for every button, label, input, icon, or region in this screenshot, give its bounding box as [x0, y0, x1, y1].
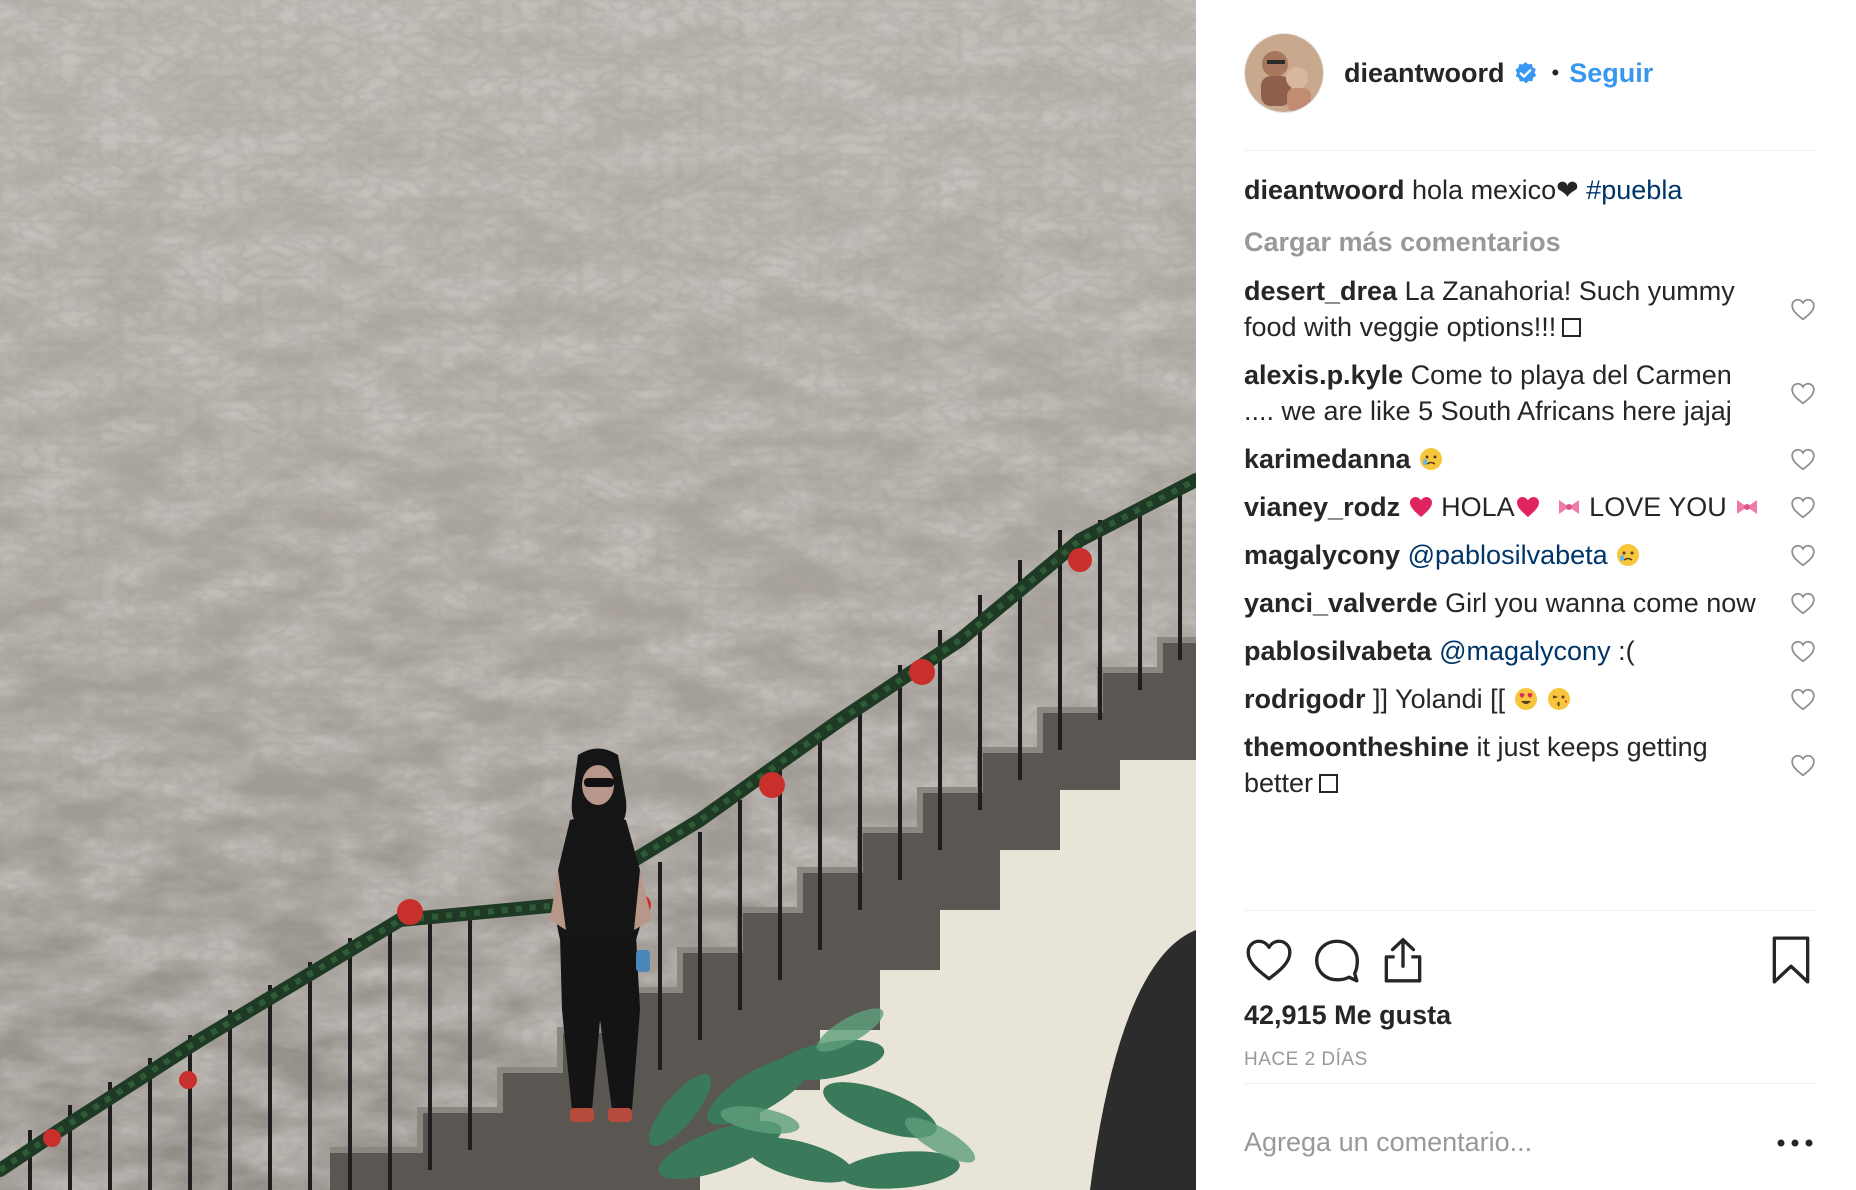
- post-details-panel: dieantwoord • Seguir dieantwoord hola me…: [1196, 0, 1856, 1190]
- crying-face-emoji-icon: [1420, 448, 1443, 470]
- comment-item: desert_drea La Zanahoria! Such yummy foo…: [1244, 273, 1816, 345]
- comment-mention[interactable]: @magalycony: [1439, 636, 1610, 666]
- heart-outline-icon[interactable]: [1790, 297, 1816, 321]
- caption-hashtag[interactable]: #puebla: [1586, 175, 1682, 205]
- heart-outline-icon[interactable]: [1790, 381, 1816, 405]
- comment-item: alexis.p.kyle Come to playa del Carmen .…: [1244, 357, 1816, 429]
- comment-item: karimedanna: [1244, 441, 1816, 477]
- unrendered-glyph-box: [1562, 318, 1582, 337]
- comment-text: ]] Yolandi [[: [1373, 684, 1506, 714]
- red-heart-emoji-icon: [1409, 497, 1432, 517]
- comments-divider: [1244, 910, 1816, 911]
- heart-outline-icon[interactable]: [1790, 447, 1816, 471]
- comment-text: Girl you wanna come now: [1445, 588, 1756, 618]
- comment-item: rodrigodr ]] Yolandi [[: [1244, 681, 1816, 717]
- kissing-face-emoji-icon: [1548, 688, 1571, 710]
- red-heart-emoji-icon: [1516, 497, 1539, 517]
- heart-outline-icon[interactable]: [1790, 639, 1816, 663]
- comment-item: yanci_valverde Girl you wanna come now: [1244, 585, 1816, 621]
- share-icon[interactable]: [1378, 935, 1428, 985]
- comments-list[interactable]: dieantwoord hola mexico❤ #puebla Cargar …: [1244, 172, 1816, 910]
- comment-text: :(: [1618, 636, 1635, 666]
- comment-text: HOLA: [1441, 492, 1515, 522]
- comment-username[interactable]: alexis.p.kyle: [1244, 360, 1403, 390]
- avatar-image: [1245, 34, 1323, 112]
- post-caption: dieantwoord hola mexico❤ #puebla: [1244, 172, 1816, 208]
- comment-username[interactable]: themoontheshine: [1244, 732, 1469, 762]
- comment-item: magalycony @pablosilvabeta: [1244, 537, 1816, 573]
- heart-outline-icon[interactable]: [1790, 543, 1816, 567]
- more-options-icon[interactable]: [1774, 1128, 1816, 1158]
- author-username[interactable]: dieantwoord: [1344, 58, 1505, 89]
- comment-username[interactable]: desert_drea: [1244, 276, 1397, 306]
- comment-username[interactable]: rodrigodr: [1244, 684, 1366, 714]
- heart-outline-icon[interactable]: [1790, 495, 1816, 519]
- comment-item: pablosilvabeta @magalycony :(: [1244, 633, 1816, 669]
- comment-text-secondary: LOVE YOU: [1589, 492, 1727, 522]
- action-bar: [1244, 935, 1816, 989]
- likes-count[interactable]: 42,915 Me gusta: [1244, 1000, 1451, 1031]
- comment-username[interactable]: magalycony: [1244, 540, 1400, 570]
- post-header: dieantwoord • Seguir: [1244, 33, 1816, 113]
- footer-divider: [1244, 1083, 1816, 1084]
- crying-face-emoji-icon: [1617, 544, 1640, 566]
- comment-username[interactable]: pablosilvabeta: [1244, 636, 1432, 666]
- add-comment-input[interactable]: [1244, 1117, 1724, 1167]
- separator-dot: •: [1551, 60, 1560, 85]
- heart-icon[interactable]: [1244, 935, 1294, 985]
- unrendered-glyph-box: [1319, 774, 1339, 793]
- comment-username[interactable]: vianey_rodz: [1244, 492, 1400, 522]
- instagram-post: dieantwoord • Seguir dieantwoord hola me…: [0, 0, 1856, 1190]
- heart-outline-icon[interactable]: [1790, 687, 1816, 711]
- comment-username[interactable]: karimedanna: [1244, 444, 1411, 474]
- post-photo[interactable]: [0, 0, 1196, 1190]
- comment-bubble-icon[interactable]: [1312, 935, 1362, 985]
- comment-username[interactable]: yanci_valverde: [1244, 588, 1438, 618]
- caption-text: hola mexico❤: [1412, 175, 1579, 205]
- photo-scene: [0, 0, 1196, 1190]
- avatar[interactable]: [1244, 33, 1324, 113]
- caption-username[interactable]: dieantwoord: [1244, 175, 1405, 205]
- heart-outline-icon[interactable]: [1790, 591, 1816, 615]
- follow-button[interactable]: Seguir: [1569, 58, 1653, 89]
- bookmark-icon[interactable]: [1766, 935, 1816, 985]
- ribbon-emoji-icon: [1558, 500, 1579, 514]
- comment-mention[interactable]: @pablosilvabeta: [1408, 540, 1608, 570]
- header-divider: [1244, 150, 1816, 151]
- comment-item: themoontheshine it just keeps getting be…: [1244, 729, 1816, 801]
- ribbon-emoji-icon: [1737, 500, 1758, 514]
- load-more-comments-link[interactable]: Cargar más comentarios: [1244, 224, 1816, 260]
- comment-item: vianey_rodz HOLA LOVE YOU: [1244, 489, 1816, 525]
- heart-outline-icon[interactable]: [1790, 753, 1816, 777]
- heart-eyes-emoji-icon: [1514, 688, 1537, 710]
- verified-badge-icon: [1513, 61, 1538, 86]
- post-date[interactable]: HACE 2 DÍAS: [1244, 1049, 1368, 1071]
